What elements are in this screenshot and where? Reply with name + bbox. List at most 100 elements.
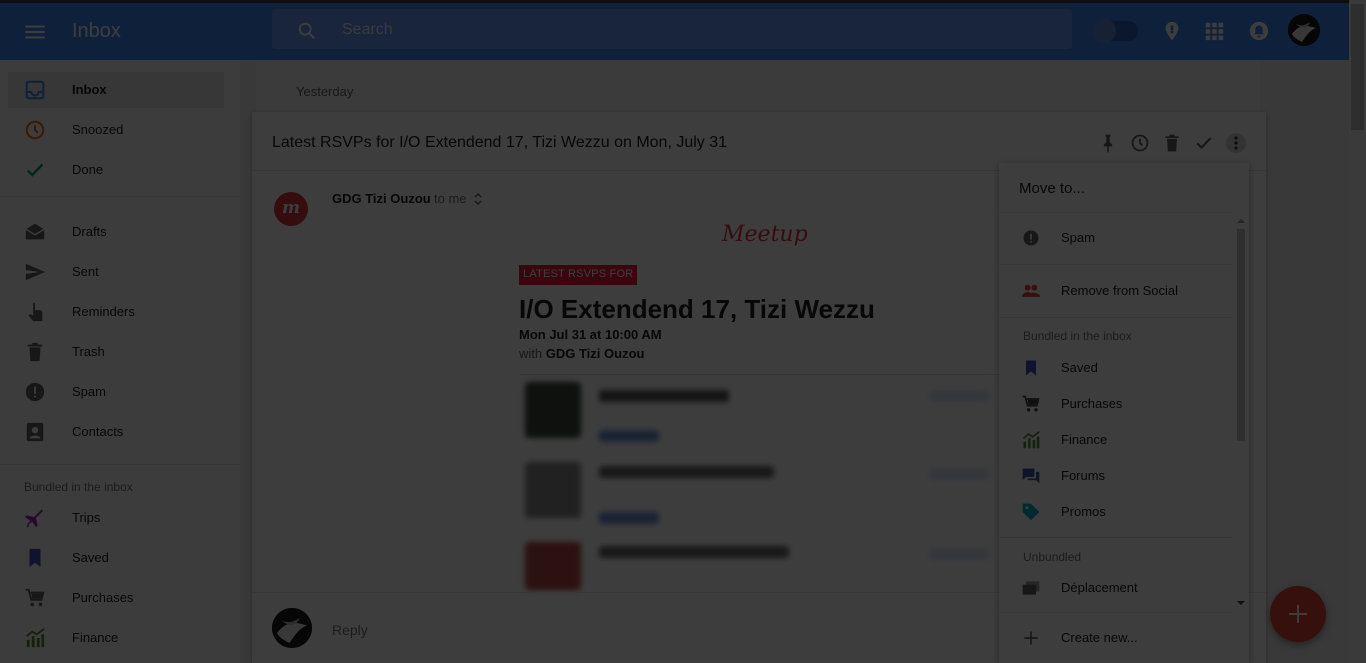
- sidebar-item-label: Snoozed: [72, 122, 124, 137]
- menu-item-finance[interactable]: Finance: [999, 423, 1233, 457]
- sidebar-item-done[interactable]: Done: [8, 152, 224, 188]
- menu-scrollbar-thumb[interactable]: [1237, 229, 1245, 441]
- more-vert-icon[interactable]: [1226, 133, 1246, 153]
- blurred-text: [599, 390, 729, 402]
- sender-name[interactable]: GDG Tizi Ouzou: [332, 191, 431, 206]
- sidebar-item-label: Purchases: [72, 590, 134, 605]
- sidebar-item-spam[interactable]: Spam: [8, 374, 224, 410]
- page-scrollbar-thumb[interactable]: [1351, 4, 1364, 130]
- plus-icon: [1289, 605, 1307, 623]
- day-group-label: Yesterday: [296, 84, 354, 99]
- search-icon[interactable]: [296, 20, 318, 42]
- check-icon: [26, 163, 44, 177]
- blurred-text: [599, 466, 774, 478]
- reply-field[interactable]: Reply: [332, 622, 368, 638]
- sidebar-item-trips[interactable]: Trips: [8, 500, 224, 536]
- sidebar-item-saved[interactable]: Saved: [8, 540, 224, 576]
- bookmark-icon: [1026, 360, 1036, 376]
- menu-item-spam[interactable]: Spam: [999, 221, 1233, 255]
- blurred-text: [929, 468, 989, 480]
- search-input[interactable]: [342, 18, 942, 42]
- menu-item-label: Forums: [1061, 468, 1106, 483]
- alert-icon: [1023, 230, 1039, 246]
- notifications-icon[interactable]: [1248, 20, 1270, 42]
- label-stack-icon: [1022, 581, 1040, 595]
- recipient-label[interactable]: to me: [434, 191, 467, 206]
- sidebar-item-label: Sent: [72, 264, 99, 279]
- sidebar-item-label: Reminders: [72, 304, 135, 319]
- snooze-clock-icon[interactable]: [1130, 133, 1150, 153]
- rsvp-list-item: [519, 458, 999, 538]
- sidebar-item-reminders[interactable]: Reminders: [8, 294, 224, 330]
- event-host-group: GDG Tizi Ouzou: [545, 346, 645, 361]
- send-icon: [25, 263, 46, 281]
- sidebar-item-purchases[interactable]: Purchases: [8, 580, 224, 616]
- scroll-down-icon[interactable]: [1236, 599, 1246, 607]
- menu-item-forums[interactable]: Forums: [999, 459, 1233, 493]
- sidebar-item-contacts[interactable]: Contacts: [8, 414, 224, 450]
- account-avatar[interactable]: [1288, 14, 1320, 46]
- drafts-icon: [25, 223, 45, 240]
- sidebar-divider: [0, 464, 240, 465]
- menu-item-remove-social[interactable]: Remove from Social: [999, 274, 1233, 308]
- sidebar-item-label: Trash: [72, 344, 105, 359]
- blurred-text: [599, 430, 659, 442]
- done-check-icon[interactable]: [1194, 133, 1214, 153]
- sidebar-section-bundles: Bundled in the inbox: [24, 480, 133, 494]
- menu-item-deplacement[interactable]: Déplacement: [999, 571, 1233, 605]
- rsvp-list-item: [519, 378, 999, 458]
- bookmark-icon: [29, 548, 41, 568]
- menu-item-label: Purchases: [1061, 396, 1123, 411]
- sidebar-item-label: Inbox: [72, 82, 107, 97]
- menu-item-label: Déplacement: [1061, 580, 1138, 595]
- event-date: Mon Jul 31 at 10:00 AM: [519, 327, 662, 342]
- sidebar-item-snoozed[interactable]: Snoozed: [8, 112, 224, 148]
- menu-title: Move to...: [1019, 180, 1085, 197]
- menu-item-promos[interactable]: Promos: [999, 495, 1233, 529]
- event-host-prefix: with: [519, 346, 543, 361]
- forum-icon: [1022, 468, 1040, 484]
- trash-icon[interactable]: [1162, 133, 1182, 153]
- blurred-text: [599, 546, 789, 558]
- sidebar-item-label: Contacts: [72, 424, 124, 439]
- event-title[interactable]: I/O Extendend 17, Tizi Wezzu: [519, 294, 875, 325]
- pinned-toggle[interactable]: [1092, 19, 1138, 43]
- menu-divider: [999, 264, 1233, 265]
- expand-details-icon[interactable]: [472, 192, 484, 206]
- reminder-icon[interactable]: [1161, 20, 1183, 42]
- sidebar-item-trash[interactable]: Trash: [8, 334, 224, 370]
- reminder-hand-icon: [28, 302, 43, 322]
- menu-section-bundled: Bundled in the inbox: [1023, 329, 1132, 343]
- sidebar-item-inbox[interactable]: Inbox: [8, 72, 224, 108]
- menu-icon[interactable]: [22, 19, 48, 45]
- finance-chart-icon: [26, 628, 45, 648]
- menu-divider: [999, 537, 1233, 538]
- sidebar-item-sent[interactable]: Sent: [8, 254, 224, 290]
- menu-section-unbundled: Unbundled: [1023, 550, 1082, 564]
- menu-item-label: Remove from Social: [1061, 283, 1179, 298]
- cart-icon: [25, 588, 45, 607]
- sidebar-item-label: Saved: [72, 550, 109, 565]
- pin-icon: [1092, 19, 1116, 43]
- blurred-text: [929, 548, 989, 560]
- attendee-photo: [525, 462, 581, 518]
- pin-icon[interactable]: [1098, 133, 1118, 153]
- sidebar-item-label: Spam: [72, 384, 106, 399]
- trash-icon: [27, 342, 43, 362]
- sidebar-item-label: Drafts: [72, 224, 107, 239]
- blurred-text: [599, 512, 659, 524]
- menu-item-saved[interactable]: Saved: [999, 351, 1233, 385]
- menu-item-label: Promos: [1061, 504, 1106, 519]
- menu-item-create-new[interactable]: Create new...: [999, 621, 1233, 655]
- scroll-up-icon[interactable]: [1236, 217, 1246, 225]
- menu-divider: [999, 612, 1233, 613]
- menu-item-purchases[interactable]: Purchases: [999, 387, 1233, 421]
- rsvp-banner: LATEST RSVPS FOR: [519, 265, 638, 285]
- sidebar-item-drafts[interactable]: Drafts: [8, 214, 224, 250]
- apps-grid-icon[interactable]: [1203, 20, 1225, 42]
- menu-item-label: Saved: [1061, 360, 1098, 375]
- compose-fab[interactable]: [1270, 586, 1326, 642]
- sidebar-item-finance[interactable]: Finance: [8, 620, 224, 656]
- cart-icon: [1022, 395, 1040, 412]
- sidebar-item-label: Finance: [72, 630, 119, 645]
